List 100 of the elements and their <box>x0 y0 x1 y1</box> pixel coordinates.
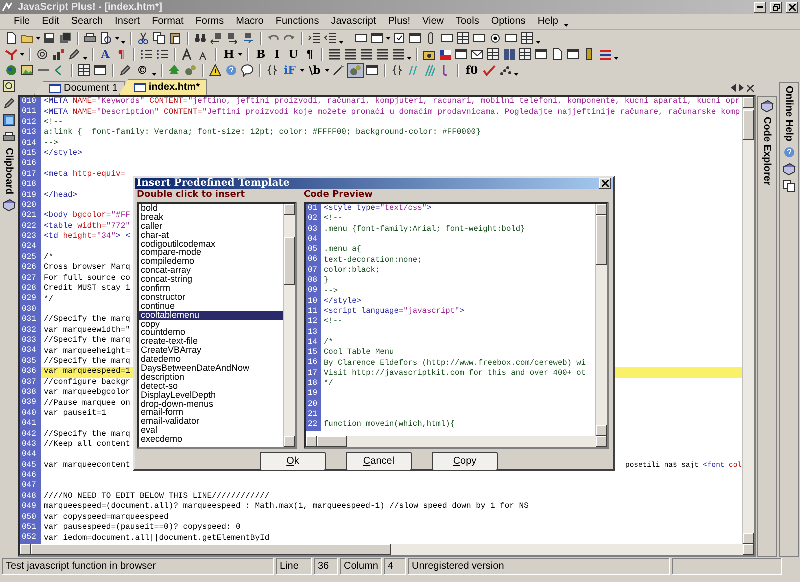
toolbar-button[interactable]: © <box>134 62 151 78</box>
toolbar-button[interactable]: ¶ <box>114 46 129 62</box>
menu-item[interactable]: Help <box>532 16 564 27</box>
menu-item[interactable]: Javascript <box>325 16 382 27</box>
toolbar-button[interactable] <box>208 62 223 78</box>
toolbar-button[interactable] <box>343 46 358 62</box>
toolbar-button[interactable] <box>323 30 338 46</box>
toolbar-button[interactable] <box>454 46 470 62</box>
horizontal-scrollbar[interactable] <box>306 436 607 447</box>
list-item[interactable]: constructor <box>139 292 283 302</box>
toolbar-button[interactable] <box>240 62 255 78</box>
list-item[interactable]: compiledemo <box>139 257 283 266</box>
list-item[interactable]: caller <box>139 222 283 231</box>
toolbar-button[interactable] <box>136 30 151 46</box>
scroll-right-icon[interactable] <box>739 84 744 92</box>
menu-item[interactable]: File <box>8 16 36 27</box>
toolbar-button[interactable] <box>209 30 224 46</box>
toolbar-button[interactable] <box>456 30 471 46</box>
horizontal-scrollbar[interactable] <box>20 544 754 555</box>
toolbar-button[interactable] <box>375 46 390 62</box>
list-item[interactable]: execdemo <box>139 435 283 444</box>
restore-button[interactable] <box>770 2 782 12</box>
toolbar-button[interactable] <box>364 62 380 78</box>
menu-item[interactable]: Tools <box>450 16 486 27</box>
menu-item[interactable]: View <box>416 16 450 27</box>
toolbar-button[interactable]: U <box>286 46 302 62</box>
toolbar-button[interactable] <box>330 62 346 78</box>
toolbar-button[interactable] <box>168 30 183 46</box>
toolbar-button[interactable] <box>566 46 582 62</box>
menu-item[interactable]: Functions <box>270 16 326 27</box>
close-button[interactable] <box>786 2 798 12</box>
toolbar-button[interactable] <box>152 30 167 46</box>
toolbar-button[interactable]: I <box>270 46 285 62</box>
toolbar-button[interactable] <box>83 30 98 46</box>
menu-item[interactable]: Plus! <box>382 16 416 27</box>
toolbar-button[interactable] <box>225 30 240 46</box>
toolbar-button[interactable] <box>370 30 385 46</box>
toolbar-button[interactable] <box>58 30 73 46</box>
menu-item[interactable]: Insert <box>109 16 146 27</box>
list-item[interactable]: confirm <box>139 284 283 293</box>
document-tab[interactable]: Document 1 <box>34 81 125 95</box>
menu-item[interactable]: Format <box>146 16 190 27</box>
toolbar-button[interactable] <box>77 62 92 78</box>
dock-tab[interactable]: Code Explorer <box>762 117 772 186</box>
toolbar-button[interactable] <box>408 30 423 46</box>
toolbar-button[interactable]: iF <box>281 62 299 78</box>
toolbar-button[interactable] <box>486 46 502 62</box>
toolbar-button[interactable] <box>520 30 535 46</box>
minimize-button[interactable] <box>754 2 766 12</box>
dock-tab[interactable]: Clipboard <box>4 148 14 195</box>
document-tab[interactable]: index.htm* <box>118 79 208 95</box>
toolbar-button[interactable] <box>51 46 66 62</box>
list-item[interactable]: description <box>139 372 283 382</box>
toolbar-button[interactable] <box>307 30 322 46</box>
list-item[interactable]: bold <box>139 204 283 213</box>
list-item[interactable]: continue <box>139 302 283 311</box>
list-item[interactable]: compare-mode <box>139 248 283 258</box>
toolbar-button[interactable] <box>392 30 407 46</box>
list-item[interactable]: eval <box>139 426 283 436</box>
menu-item[interactable]: Search <box>65 16 110 27</box>
list-item[interactable]: countdemo <box>139 328 283 338</box>
toolbar-button[interactable]: H <box>221 46 238 62</box>
toolbar-button[interactable] <box>346 62 364 78</box>
list-item[interactable]: email-form <box>139 408 283 418</box>
toolbar-button[interactable] <box>359 46 374 62</box>
scroll-left-icon[interactable] <box>731 84 736 92</box>
list-item[interactable]: cooltablemenu <box>139 310 283 320</box>
list-item[interactable]: copy <box>139 320 283 328</box>
vertical-scrollbar[interactable] <box>283 204 295 447</box>
toolbar-button[interactable] <box>518 46 534 62</box>
vertical-scrollbar[interactable] <box>742 97 754 544</box>
list-item[interactable]: CreateVBArray <box>139 346 283 356</box>
menu-item[interactable]: Macro <box>230 16 270 27</box>
dialog-button[interactable]: Cancel <box>346 452 412 471</box>
toolbar-button[interactable]: \b <box>306 62 324 78</box>
vertical-scrollbar[interactable] <box>595 204 607 436</box>
toolbar-button[interactable]: ¶ <box>302 46 318 62</box>
template-list[interactable] <box>137 202 297 449</box>
toolbar-button[interactable] <box>99 30 114 46</box>
toolbar-button[interactable] <box>391 46 406 62</box>
toolbar-button[interactable] <box>67 46 82 62</box>
list-item[interactable]: DisplayLevelDepth <box>139 390 283 400</box>
toolbar-button[interactable] <box>20 62 35 78</box>
dock-tab[interactable]: Online Help <box>784 86 794 142</box>
toolbar-button[interactable] <box>327 46 342 62</box>
list-item[interactable]: datedemo <box>139 355 283 364</box>
toolbar-button[interactable] <box>93 62 108 78</box>
dialog-button[interactable]: Ok <box>260 452 326 471</box>
list-item[interactable]: create-text-file <box>139 337 283 346</box>
toolbar-button[interactable] <box>265 62 280 78</box>
list-item[interactable]: codigoutilcodemax <box>139 240 283 248</box>
toolbar-button[interactable] <box>534 46 550 62</box>
menu-item[interactable]: Edit <box>36 16 66 27</box>
menu-item[interactable]: Forms <box>190 16 230 27</box>
toolbar-button[interactable] <box>118 62 133 78</box>
toolbar-button[interactable] <box>42 30 57 46</box>
toolbar-button[interactable]: f0 <box>462 62 482 78</box>
menu-item[interactable]: Options <box>485 16 532 27</box>
list-item[interactable]: detect-so <box>139 382 283 391</box>
list-item[interactable]: email-validator <box>139 417 283 426</box>
